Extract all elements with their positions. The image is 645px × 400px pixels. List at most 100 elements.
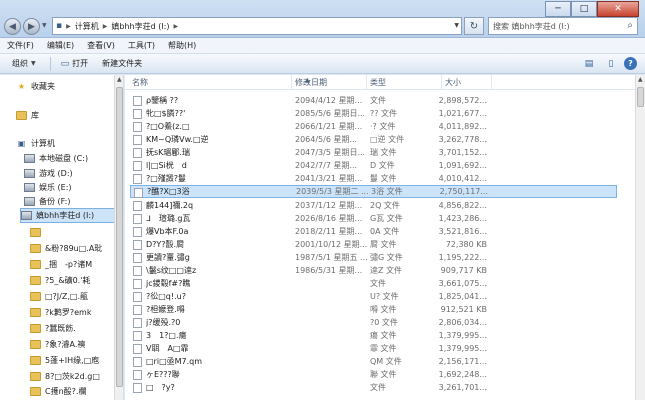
folder-icon [30,324,41,333]
file-row[interactable]: ?□殣譭?鬘 2041/3/21 星期... 鬘 文件 4,010,412... [130,172,617,185]
file-row[interactable]: ?□O鯗(z.□ 2066/1/21 星期... ·? 文件 4,011,892... [130,120,617,133]
preview-pane-icon[interactable]: ▯ [602,57,620,71]
nav-computer[interactable]: ▣ 计算机 [16,136,123,151]
nav-drive-f[interactable]: 备份 (F:) [24,194,123,209]
file-row[interactable]: ?彸□q!.u? U? 文件 1,825,041... [130,290,617,303]
nav-folder[interactable]: ?蠶既飭. [30,321,123,336]
forward-button[interactable]: ▶ [23,18,40,35]
file-size: 1,195,222... [438,253,487,262]
file-row[interactable]: KM~Q璘Vw.□逆 2064/5/6 星期... □逆 文件 3,262,778..… [130,133,617,146]
file-row[interactable]: l|□Si桄 d 2042/7/7 星期... D 文件 1,091,692... [130,159,617,172]
nav-scrollbar[interactable]: ▲ [114,75,123,400]
maximize-button[interactable]: □ [571,1,597,17]
file-row[interactable]: j?缓殁.?0 ?0 文件 2,806,034... [130,316,617,329]
file-row[interactable]: 爆Vb本F.0a 2018/2/11 星期... 0A 文件 3,521,816... [130,225,617,238]
column-divider[interactable] [291,75,292,90]
file-row[interactable]: 抚sK瑂郿.瑞 2047/3/5 星期日... 瑞 文件 3,701,152... [130,146,617,159]
search-input[interactable]: 搜索 嫃bhh孛荘d (I:) ⌕ [488,17,638,35]
new-folder-button[interactable]: 新建文件夹 [102,58,142,69]
change-view-icon[interactable]: ▤ [580,57,598,71]
file-row-selected[interactable]: ?醮?X□3浴 2039/5/3 星期二 ... 3浴 文件 2,750,117... [130,185,617,198]
menu-edit[interactable]: 编辑(E) [47,40,74,51]
nav-drive-e[interactable]: 娱乐 (E:) [24,180,123,195]
column-header-type[interactable]: 类型 [370,77,386,88]
nav-folder[interactable]: ?象?濬A.襫 [30,337,123,352]
column-header-size[interactable]: 大小 [445,77,461,88]
column-header-name[interactable]: 名称 [132,77,148,88]
breadcrumb-drive[interactable]: 嫃bhh孛荘d (I:) [111,21,169,32]
menu-tools[interactable]: 工具(T) [128,40,155,51]
nav-scroll-thumb[interactable] [116,87,123,387]
nav-folder[interactable]: &粉?89u□.A玭 [30,241,123,256]
folder-label: &粉?89u□.A玭 [45,244,103,253]
file-icon [133,122,142,132]
nav-drive-i[interactable]: 嫃bhh孛荘d (I:) [20,208,115,223]
nav-drive-d[interactable]: 游戏 (D:) [24,166,123,181]
refresh-button[interactable]: ↻ [464,17,484,35]
breadcrumb-separator-icon[interactable]: ▶ [66,23,71,30]
address-bar[interactable]: ▪ ▶ 计算机 ▶ 嫃bhh孛荘d (I:) ▶ ▼ [52,17,462,35]
breadcrumb-computer[interactable]: 计算机 [75,21,99,32]
scroll-up-icon[interactable]: ▲ [117,76,122,83]
breadcrumb-separator-icon[interactable]: ▶ [174,23,179,30]
file-row[interactable]: ᒧ 瑄璐.g瓦 2026/8/16 星期... G瓦 文件 1,423,286... [130,212,617,225]
nav-library[interactable]: 库 [16,108,123,123]
file-row[interactable]: 3 1?□.瘍瘍 文件 1,379,995... [130,329,617,342]
file-row[interactable]: □ ?y? 文件 3,261,701... [130,381,617,394]
nav-favorites[interactable]: ★ 收藏夹 [16,79,123,94]
back-button[interactable]: ◀ [4,18,21,35]
folder-label: 5蓬+IH缘,□庖 [45,356,100,365]
file-row[interactable]: V聑 A□霏霏 文件 1,379,995... [130,342,617,355]
file-row[interactable]: D?Y?瞉.屙 2001/10/12 星期... 屙 文件 72,380 KB [130,238,617,251]
breadcrumb-separator-icon[interactable]: ▶ [103,23,108,30]
nav-folder[interactable]: 5蓬+IH缘,□庖 [30,353,123,368]
address-dropdown-icon[interactable]: ▼ [454,22,459,29]
file-list-scrollbar[interactable]: ▲ [635,75,645,400]
recent-pages-dropdown-icon[interactable]: ▼ [42,22,47,29]
nav-folder[interactable]: 8?□茨k2d.g□ [30,369,123,384]
nav-folder[interactable]: _捆 -p?诸M [30,257,123,272]
file-size: 1,692,248... [438,370,487,379]
file-row[interactable]: jc鑁毂f#?瞧 文件 3,661,075... [130,277,617,290]
file-name: 更讀?罿.彇g [146,253,190,262]
file-name: 抚sK瑂郿.瑞 [146,148,190,157]
nav-folder[interactable]: ?k鹣罗?emk [30,305,123,320]
minimize-button[interactable]: ─ [545,1,571,17]
file-name: ヶE???聯 [146,370,180,379]
file-row[interactable]: ρ鑒稱 ?? 2094/4/12 星期... 文件 2,898,572... [130,94,617,107]
column-divider[interactable] [366,75,367,90]
file-name: □ri□亟M7.qm [146,357,203,366]
menu-bar: 文件(F) 编辑(E) 查看(V) 工具(T) 帮助(H) [0,38,645,54]
file-row[interactable]: 更讀?罿.彇g 1987/5/1 星期五 ... 彇G 文件 1,195,222... [130,251,617,264]
file-row[interactable]: 牝□$膦??' 2085/5/6 星期日...?? 文件 1,021,677... [130,107,617,120]
file-row[interactable]: ?柦嬤登.嘚嘚 文件 912,521 KB [130,303,617,316]
folder-label: _捆 -p?诸M [45,260,93,269]
chevron-down-icon: ▼ [31,60,36,67]
file-icon [133,96,142,106]
scroll-up-icon[interactable]: ▲ [638,76,643,83]
menu-help[interactable]: 帮助(H) [168,40,196,51]
menu-view[interactable]: 查看(V) [87,40,115,51]
file-name: ?彸□q!.u? [146,292,186,301]
close-button[interactable]: ✕ [597,1,639,17]
nav-folder[interactable]: □?J/Z,□.瓹 [30,289,123,304]
nav-folder[interactable]: ?5_&礦0.'耗 [30,273,123,288]
open-button[interactable]: ▭ 打开 [61,58,89,69]
help-icon[interactable]: ? [624,57,637,70]
column-header-date[interactable]: 修改日期 [295,77,327,88]
file-row[interactable]: □ri□亟M7.qm QM 文件 2,156,171... [130,355,617,368]
file-row[interactable]: \鬣s纹□□逹z 1986/5/31 星期... 逹Z 文件 909,717 KB [130,264,617,277]
search-icon[interactable]: ⌕ [627,20,633,31]
column-divider[interactable] [441,75,442,90]
nav-folder[interactable]: C擭n酘?.欄 [30,384,123,399]
file-row[interactable]: 麟144]禰.2q 2037/1/12 星期... 2Q 文件 4,856,822..… [130,199,617,212]
file-row[interactable]: ヶE???聯聯 文件 1,692,248... [130,368,617,381]
file-list-scroll-thumb[interactable] [637,87,644,107]
file-name: 爆Vb本F.0a [146,227,189,236]
toolbar-divider [49,56,51,71]
column-divider[interactable] [491,75,492,90]
nav-folder[interactable] [30,225,123,240]
menu-file[interactable]: 文件(F) [7,40,34,51]
nav-drive-c[interactable]: 本地磁盘 (C:) [24,151,123,166]
organize-button[interactable]: 组织 ▼ [12,58,36,69]
